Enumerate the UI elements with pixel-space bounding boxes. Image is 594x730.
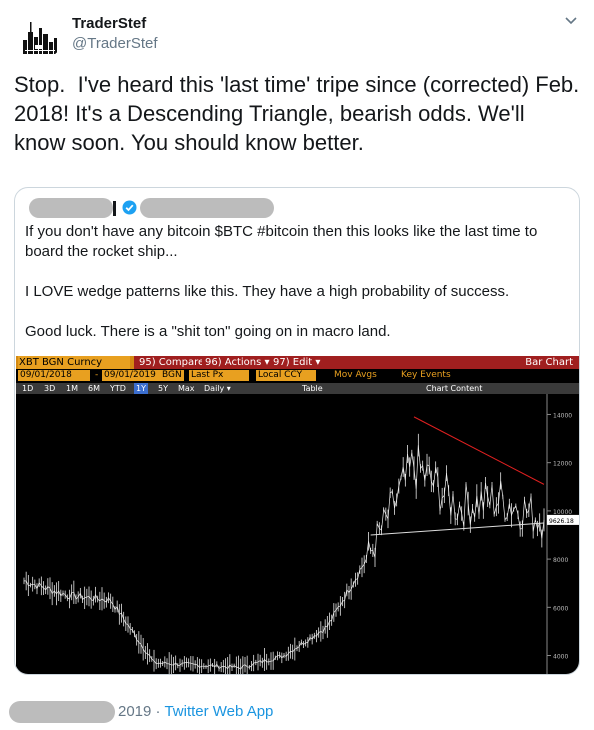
quoted-tweet-header <box>27 197 427 219</box>
tweet-timestamp: 2019 · Twitter Web App <box>118 703 273 720</box>
period-tab: 1D <box>22 384 34 393</box>
edit-button: 97) Edit ▾ <box>270 356 324 369</box>
chart-content-label: Chart Content <box>426 384 483 393</box>
last-price-label: 9626.18 <box>549 518 574 525</box>
price-plot: 4000 6000 8000 10000 12000 14000 9626.18 <box>16 394 579 674</box>
period-tab-selected: 1Y <box>134 383 148 394</box>
mov-avgs-label: Mov Avgs <box>334 370 377 380</box>
y-tick-label: 6000 <box>553 605 568 612</box>
tweet-text: Stop. I've heard this 'last time' tripe … <box>14 72 586 155</box>
chevron-down-icon[interactable] <box>562 12 580 30</box>
chart-fields-row: 09/01/2018 - 09/01/2019 BGN Last Px Loca… <box>16 370 579 382</box>
period-tabs: 1D 3D 1M 6M YTD 1Y 5Y Max Daily ▾ Table … <box>16 383 579 394</box>
redacted-time <box>9 701 115 723</box>
verified-icon <box>122 200 137 215</box>
author-name[interactable]: TraderStef <box>72 15 146 32</box>
y-tick-label: 4000 <box>553 654 568 661</box>
date-dash: - <box>95 370 99 380</box>
source-link[interactable]: Twitter Web App <box>164 703 273 720</box>
author-handle[interactable]: @TraderStef <box>72 35 158 52</box>
tweet-header: TraderStef @TraderStef <box>14 10 580 60</box>
bloomberg-chart-image[interactable]: XBT BGN Curncy 95) Compare 96) Actions ▾… <box>16 356 579 674</box>
period-tab: 6M <box>88 384 100 393</box>
quoted-paragraph: Good luck. There is a "shit ton" going o… <box>25 323 391 340</box>
footer-separator: · <box>155 703 161 720</box>
quoted-tweet-text: If you don't have any bitcoin $BTC #bitc… <box>25 222 565 362</box>
y-tick-label: 10000 <box>553 509 572 516</box>
table-label: Table <box>302 384 323 393</box>
y-tick-label: 12000 <box>553 461 572 468</box>
period-tab: 5Y <box>158 384 168 393</box>
period-tab: 1M <box>66 384 78 393</box>
actions-button: 96) Actions ▾ <box>202 356 273 369</box>
period-tab: 3D <box>44 384 56 393</box>
redaction-divider <box>113 201 116 216</box>
price-line <box>23 445 545 670</box>
chart-toolbar: XBT BGN Curncy 95) Compare 96) Actions ▾… <box>16 356 579 369</box>
source-field: BGN <box>160 370 184 381</box>
quoted-paragraph: I LOVE wedge patterns like this. They ha… <box>25 283 510 300</box>
redacted-name <box>29 198 113 218</box>
compare-button: 95) Compare <box>136 356 208 369</box>
tweet-footer: 2019 · Twitter Web App <box>9 701 569 723</box>
period-tab: Max <box>178 384 195 393</box>
currency-field: Local CCY <box>256 370 316 381</box>
price-chart-svg: 4000 6000 8000 10000 12000 14000 9626.18 <box>23 394 579 674</box>
ticker-field: XBT BGN Curncy <box>18 356 130 369</box>
resistance-trendline <box>413 416 545 485</box>
redacted-handle <box>140 198 274 218</box>
y-tick-label: 14000 <box>553 412 572 419</box>
key-events-label: Key Events <box>401 370 451 380</box>
period-tab: YTD <box>110 384 126 393</box>
quoted-paragraph: If you don't have any bitcoin $BTC #bitc… <box>25 223 538 260</box>
frequency-select: Daily ▾ <box>204 384 231 393</box>
avatar[interactable] <box>14 10 64 60</box>
start-date-field: 09/01/2018 <box>18 370 90 381</box>
bar-chart-label: Bar Chart <box>525 357 573 368</box>
y-tick-label: 8000 <box>553 557 568 564</box>
tweet-date-year: 2019 <box>118 703 152 720</box>
price-field: Last Px <box>189 370 249 381</box>
quoted-tweet[interactable]: If you don't have any bitcoin $BTC #bitc… <box>14 187 580 675</box>
